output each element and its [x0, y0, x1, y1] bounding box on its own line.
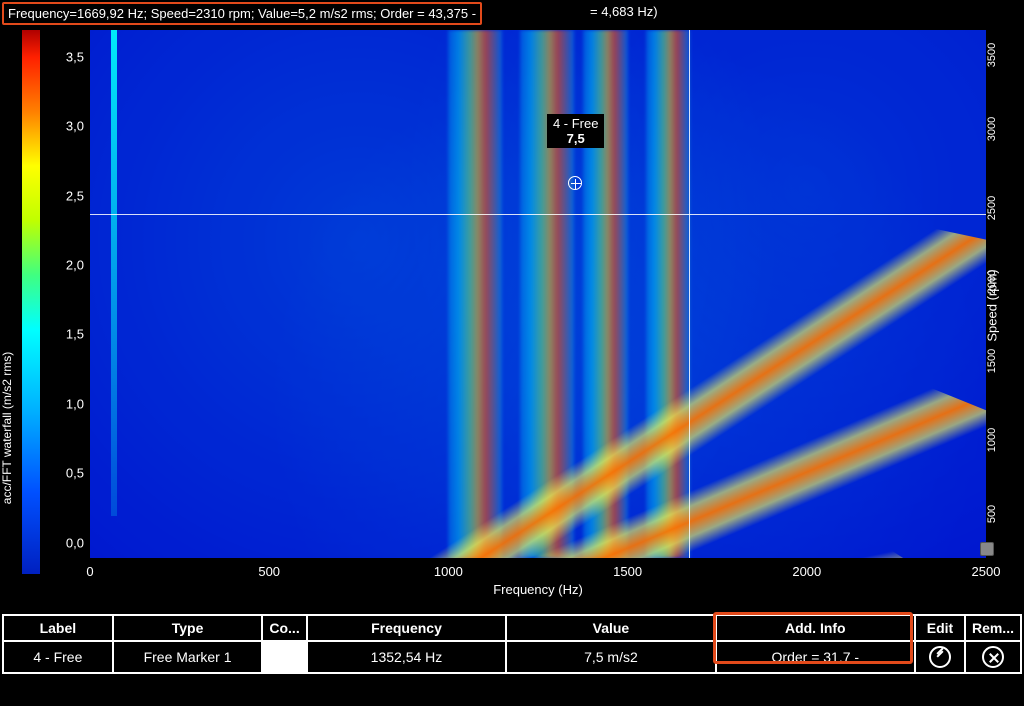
cell-value: 7,5 m/s2 [506, 641, 715, 673]
resize-handle[interactable] [980, 542, 994, 556]
y-tick: 1,5 [66, 327, 84, 342]
y2-tick: 2500 [986, 196, 998, 220]
x-tick: 2000 [792, 564, 821, 579]
y2-tick: 500 [986, 505, 998, 523]
col-label[interactable]: Label [3, 615, 113, 641]
cell-remove[interactable] [965, 641, 1021, 673]
x-axis: 0 500 1000 1500 2000 2500 Frequency (Hz) [90, 558, 986, 598]
waterfall-chart[interactable]: 0,0 0,5 1,0 1,5 2,0 2,5 3,0 3,5 acc/FFT … [0, 28, 1024, 610]
table-row[interactable]: 4 - Free Free Marker 1 1352,54 Hz 7,5 m/… [3, 641, 1021, 673]
colorbar [22, 30, 40, 574]
plot-canvas[interactable]: 4 - Free 7,5 [90, 30, 986, 558]
cell-label: 4 - Free [3, 641, 113, 673]
col-frequency[interactable]: Frequency [307, 615, 507, 641]
y2-tick: 1500 [986, 349, 998, 373]
marker-label-line2: 7,5 [553, 131, 599, 146]
cursor-readout: Frequency=1669,92 Hz; Speed=2310 rpm; Va… [2, 2, 482, 25]
x-tick: 2500 [972, 564, 1001, 579]
x-tick: 1000 [434, 564, 463, 579]
x-axis-label: Frequency (Hz) [493, 582, 583, 597]
col-value[interactable]: Value [506, 615, 715, 641]
col-color[interactable]: Co... [262, 615, 306, 641]
cell-edit[interactable] [915, 641, 965, 673]
crosshair-vertical[interactable] [689, 30, 690, 558]
y-tick: 0,0 [66, 536, 84, 551]
col-edit[interactable]: Edit [915, 615, 965, 641]
y-tick: 2,5 [66, 188, 84, 203]
table-header-row: Label Type Co... Frequency Value Add. In… [3, 615, 1021, 641]
cell-type: Free Marker 1 [113, 641, 263, 673]
col-remove[interactable]: Rem... [965, 615, 1021, 641]
crosshair-horizontal[interactable] [90, 214, 986, 215]
col-type[interactable]: Type [113, 615, 263, 641]
free-marker-4[interactable] [568, 176, 582, 190]
pencil-icon[interactable] [929, 646, 951, 668]
y-axis-label: acc/FFT waterfall (m/s2 rms) [0, 298, 14, 558]
y-tick: 3,0 [66, 119, 84, 134]
y-tick: 3,5 [66, 49, 84, 64]
marker-label-line1: 4 - Free [553, 116, 599, 131]
cursor-readout-suffix: = 4,683 Hz) [590, 4, 658, 19]
y2-tick: 3000 [986, 117, 998, 141]
y-tick: 0,5 [66, 466, 84, 481]
x-tick: 500 [258, 564, 280, 579]
y2-tick: 3500 [986, 43, 998, 67]
y-axis-left: 0,0 0,5 1,0 1,5 2,0 2,5 3,0 3,5 [40, 30, 88, 558]
marker-table: Label Type Co... Frequency Value Add. In… [2, 614, 1022, 674]
y2-axis-label: Speed (rpm) [984, 269, 999, 341]
y-tick: 2,0 [66, 258, 84, 273]
cell-color-swatch[interactable] [262, 641, 306, 673]
y-tick: 1,0 [66, 397, 84, 412]
col-add-info[interactable]: Add. Info [716, 615, 915, 641]
x-tick: 0 [86, 564, 93, 579]
close-icon[interactable] [982, 646, 1004, 668]
cell-add-info: Order = 31,7 - [716, 641, 915, 673]
cell-frequency: 1352,54 Hz [307, 641, 507, 673]
x-tick: 1500 [613, 564, 642, 579]
free-marker-4-label: 4 - Free 7,5 [547, 114, 605, 148]
y2-tick: 1000 [986, 428, 998, 452]
